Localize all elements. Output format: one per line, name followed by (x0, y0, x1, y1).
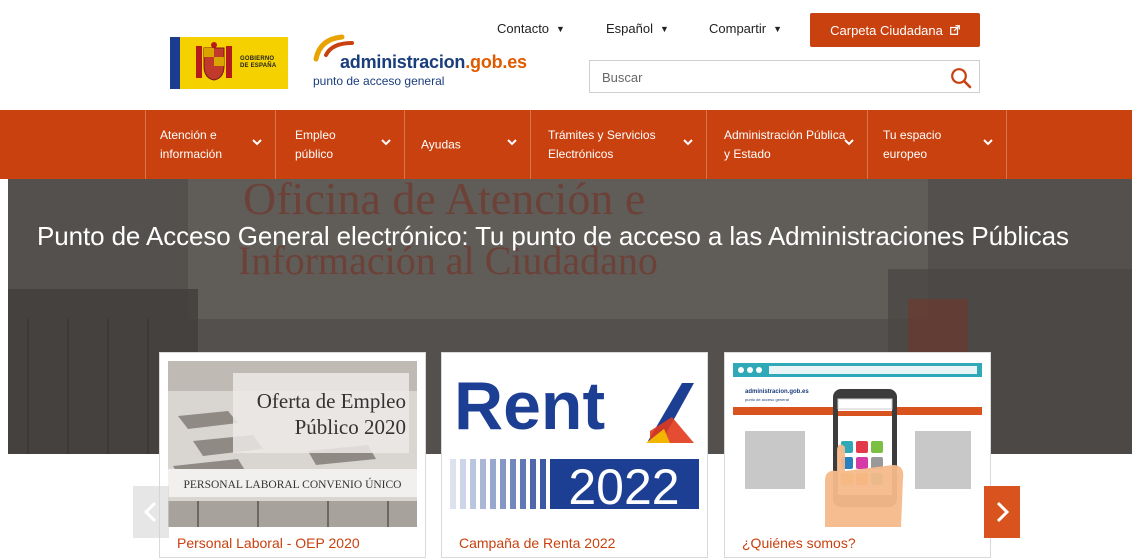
card-image-quienes: administracion.gob.es punto de acceso ge… (733, 361, 982, 527)
illustration-logo-tagline: punto de acceso general (745, 397, 789, 402)
gobierno-logo-text: GOBIERNO DE ESPAÑA (240, 56, 277, 69)
caret-down-icon: ▼ (773, 23, 782, 34)
nav-item-ayudas[interactable]: Ayudas (404, 110, 530, 179)
card-quienes-somos[interactable]: administracion.gob.es punto de acceso ge… (724, 352, 991, 558)
renta-image-text: Rent (454, 368, 605, 444)
caret-down-icon: ▼ (556, 23, 565, 34)
site-domain-main: administracion (340, 52, 466, 72)
card-renta-2022[interactable]: Rent 2022 Campaña de Renta 2022 (441, 352, 708, 558)
main-nav: Atención e información Empleo público Ay… (0, 110, 1132, 179)
chevron-down-icon (381, 139, 391, 146)
chevron-down-icon (683, 139, 693, 146)
site-tagline: punto de acceso general (313, 74, 445, 88)
carpeta-ciudadana-button[interactable]: Carpeta Ciudadana (810, 13, 980, 47)
nav-item-empleo[interactable]: Empleo público (275, 110, 404, 179)
coat-of-arms-icon (196, 42, 232, 81)
renta-2022-image: Rent 2022 (450, 361, 699, 527)
card-image-oep: Oferta de Empleo Público 2020 PERSONAL L… (168, 361, 417, 527)
mobile-site-illustration: administracion.gob.es punto de acceso ge… (733, 361, 982, 527)
site-domain-suffix: .gob.es (465, 52, 527, 72)
site-domain: administracion.gob.es (340, 52, 527, 73)
search-icon[interactable] (950, 67, 972, 89)
nav-item-tramites[interactable]: Trámites y Servicios Electrónicos (530, 110, 706, 179)
chevron-down-icon (252, 139, 262, 146)
card-title[interactable]: ¿Quiénes somos? (742, 535, 856, 551)
hero-title: Punto de Acceso General electrónico: Tu … (37, 221, 1069, 251)
nav-item-label: Administración Pública y Estado (724, 127, 846, 161)
search-box (589, 60, 980, 94)
card-title[interactable]: Campaña de Renta 2022 (459, 535, 615, 551)
language-menu[interactable]: Español ▼ (606, 21, 669, 36)
nav-item-label: Empleo público (295, 127, 336, 161)
oep-classroom-image: Oferta de Empleo Público 2020 PERSONAL L… (168, 361, 417, 527)
illustration-logo-text: administracion.gob.es (745, 389, 809, 395)
chevron-down-icon (983, 139, 993, 146)
contacto-label: Contacto (497, 21, 550, 36)
nav-item-label: Ayudas (421, 137, 461, 151)
carousel-prev-button[interactable] (133, 486, 169, 538)
contacto-menu[interactable]: Contacto ▼ (497, 21, 565, 36)
nav-item-administracion[interactable]: Administración Pública y Estado (706, 110, 867, 179)
nav-item-atencion[interactable]: Atención e información (145, 110, 275, 179)
chevron-right-icon (996, 501, 1010, 523)
card-image-renta: Rent 2022 (450, 361, 699, 527)
eu-flag-strip (170, 37, 180, 89)
card-oep-2020[interactable]: Oferta de Empleo Público 2020 PERSONAL L… (159, 352, 426, 558)
carousel-next-button[interactable] (984, 486, 1020, 538)
carpeta-label: Carpeta Ciudadana (830, 22, 943, 38)
compartir-menu[interactable]: Compartir ▼ (709, 21, 782, 36)
site-header: GOBIERNO DE ESPAÑA administracion.gob.es… (0, 0, 1132, 110)
chevron-down-icon (844, 139, 854, 146)
nav-item-label: Tu espacio europeo (883, 127, 942, 161)
chevron-down-icon (507, 139, 517, 146)
chevron-left-icon (143, 501, 157, 523)
search-input[interactable] (590, 61, 944, 94)
language-label: Español (606, 21, 653, 36)
caret-down-icon: ▼ (659, 23, 669, 34)
oep-image-caption: PERSONAL LABORAL CONVENIO ÚNICO (184, 477, 402, 491)
compartir-label: Compartir (709, 21, 767, 36)
external-link-icon (949, 25, 960, 35)
gobierno-de-espana-logo[interactable]: GOBIERNO DE ESPAÑA (170, 37, 288, 89)
nav-item-europeo[interactable]: Tu espacio europeo (867, 110, 1006, 179)
nav-item-label: Atención e información (160, 127, 223, 161)
nav-divider (1006, 110, 1007, 179)
nav-item-label: Trámites y Servicios Electrónicos (548, 127, 656, 161)
oep-image-text-1: Oferta de Empleo (257, 389, 406, 413)
administracion-logo[interactable]: administracion.gob.es punto de acceso ge… (312, 33, 527, 93)
renta-year-text: 2022 (568, 459, 679, 515)
oep-image-text-2: Público 2020 (295, 415, 406, 439)
card-title[interactable]: Personal Laboral - OEP 2020 (177, 535, 360, 551)
